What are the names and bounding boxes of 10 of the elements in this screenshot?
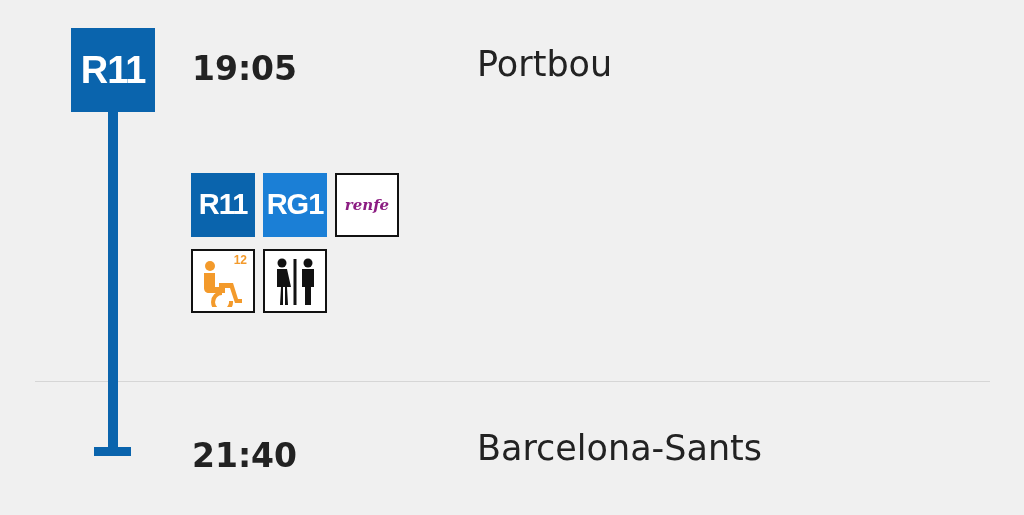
arrival-time: 21:40 (192, 439, 299, 472)
line-badge: R11 (191, 173, 255, 237)
departure-time: 19:05 (192, 52, 299, 85)
toilets-icon (263, 249, 327, 313)
departure-station: Portbou (477, 47, 613, 82)
arrival-station: Barcelona-Sants (477, 431, 763, 466)
seat-count-label: 12 (233, 254, 247, 266)
operator-logo: renfe (335, 173, 399, 237)
line-badge: RG1 (263, 173, 327, 237)
line-badge: R11 (71, 28, 155, 112)
